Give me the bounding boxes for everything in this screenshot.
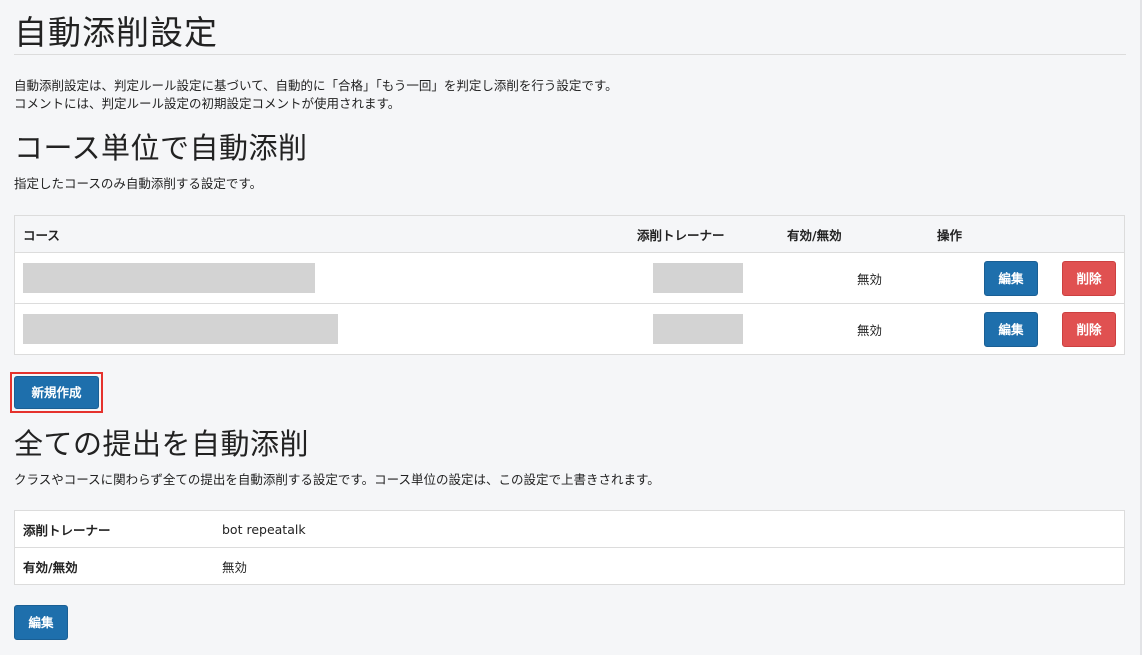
course-cell (14, 303, 637, 355)
course-settings-table: コース 添削トレーナー 有効/無効 操作 無効 編集 削除 無効 編集 削除 (14, 215, 1125, 355)
title-divider (14, 54, 1126, 55)
delete-button[interactable]: 削除 (1062, 311, 1116, 347)
all-submissions-table: 添削トレーナー bot repeatalk 有効/無効 無効 (14, 510, 1125, 585)
all-section-heading: 全ての提出を自動添削 (14, 427, 310, 461)
status-value: 無効 (857, 322, 883, 338)
new-create-button[interactable]: 新規作成 (14, 376, 99, 409)
trainer-value: bot repeatalk (222, 510, 1125, 548)
course-section-description: 指定したコースのみ自動添削する設定です。 (14, 176, 263, 191)
edit-button[interactable]: 編集 (984, 311, 1039, 347)
trainer-cell (637, 303, 787, 355)
status-value: 無効 (857, 271, 883, 287)
column-header-operations: 操作 (937, 215, 1125, 253)
status-value: 無効 (222, 559, 248, 575)
column-header-status: 有効/無効 (787, 215, 937, 253)
new-button-highlight: 新規作成 (10, 372, 103, 413)
trainer-row: 添削トレーナー bot repeatalk (14, 510, 1125, 548)
table-row: 無効 編集 削除 (14, 303, 1125, 355)
edit-button[interactable]: 編集 (984, 260, 1039, 296)
course-section-heading: コース単位で自動添削 (14, 131, 308, 165)
redacted-course-name (23, 314, 338, 344)
page-title: 自動添削設定 (14, 13, 218, 52)
status-cell: 無効 (787, 252, 937, 304)
trainer-cell (637, 252, 787, 304)
operations-cell: 編集 削除 (937, 303, 1125, 355)
trainer-label: 添削トレーナー (14, 510, 222, 548)
all-edit-button[interactable]: 編集 (14, 605, 68, 640)
table-header-row: コース 添削トレーナー 有効/無効 操作 (14, 215, 1125, 253)
operations-cell: 編集 削除 (937, 252, 1125, 304)
status-row: 有効/無効 無効 (15, 548, 1125, 585)
course-cell (14, 252, 637, 304)
column-header-course: コース (14, 215, 637, 253)
delete-button[interactable]: 削除 (1062, 260, 1116, 296)
status-cell: 無効 (787, 303, 937, 355)
intro-line-1: 自動添削設定は、判定ルール設定に基づいて、自動的に「合格」「もう一回」を判定し添… (14, 78, 618, 93)
redacted-course-name (23, 263, 315, 293)
table-row: 無効 編集 削除 (14, 252, 1125, 304)
redacted-trainer-name (653, 263, 743, 293)
redacted-trainer-name (653, 314, 743, 344)
main-content: 自動添削設定 自動添削設定は、判定ルール設定に基づいて、自動的に「合格」「もう一… (0, 0, 1140, 640)
intro-text: 自動添削設定は、判定ルール設定に基づいて、自動的に「合格」「もう一回」を判定し添… (14, 77, 1126, 113)
all-section-description: クラスやコースに関わらず全ての提出を自動添削する設定です。コース単位の設定は、こ… (14, 472, 660, 487)
column-header-trainer: 添削トレーナー (637, 215, 787, 253)
intro-line-2: コメントには、判定ルール設定の初期設定コメントが使用されます。 (14, 96, 401, 111)
status-label: 有効/無効 (23, 559, 78, 575)
